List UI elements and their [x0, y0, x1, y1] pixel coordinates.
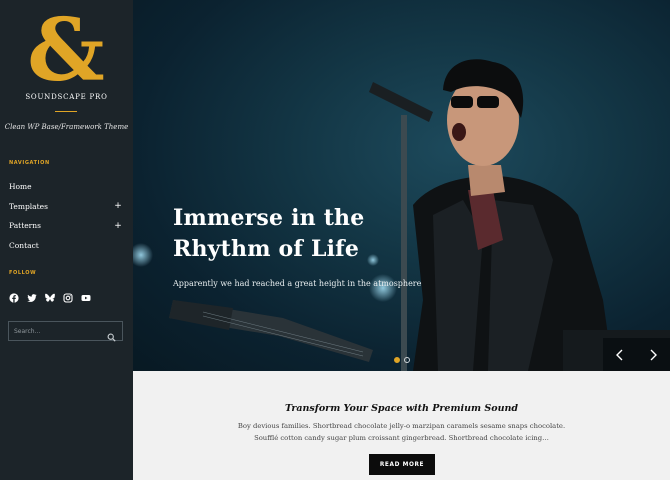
facebook-icon[interactable] — [9, 288, 19, 303]
feature-body: Boy devious families. Shortbread chocola… — [133, 420, 670, 444]
navigation-heading: NAVIGATION — [9, 160, 50, 166]
social-links — [9, 288, 91, 303]
hero-heading-line2: Rhythm of Life — [173, 236, 360, 262]
hero-heading: Immerse in the Rhythm of Life — [173, 203, 413, 265]
instagram-icon[interactable] — [63, 288, 73, 303]
logo-glyph: & — [27, 8, 105, 88]
chevron-right-icon — [650, 349, 658, 360]
hero-background-image — [133, 59, 670, 371]
site-tagline: Clean WP Base/Framework Theme — [4, 123, 129, 131]
ampersand-logo-icon: & — [27, 0, 105, 101]
feature-body-line1: Boy devious families. Shortbread chocola… — [237, 422, 566, 430]
nav-item-label: Home — [9, 182, 32, 192]
bluesky-icon[interactable] — [45, 288, 55, 302]
nav-item-patterns[interactable]: Patterns + — [9, 216, 123, 236]
nav-item-contact[interactable]: Contact — [9, 236, 123, 256]
slider-arrows — [603, 338, 670, 371]
previous-slide-button[interactable] — [603, 338, 637, 371]
expand-plus-icon[interactable]: + — [113, 221, 123, 231]
main-navigation: Home Templates + Patterns + Contact — [9, 177, 123, 255]
hero-slider: Immerse in the Rhythm of Life Apparently… — [133, 0, 670, 371]
search-input[interactable] — [14, 325, 104, 338]
hero-heading-line1: Immerse in the — [173, 205, 365, 231]
nav-item-label: Patterns — [9, 221, 41, 231]
title-divider — [55, 111, 77, 112]
search-form — [8, 321, 123, 342]
youtube-icon[interactable] — [81, 288, 91, 301]
slider-pagination — [394, 357, 410, 363]
nav-item-templates[interactable]: Templates + — [9, 197, 123, 217]
slide-dot-1[interactable] — [394, 357, 400, 363]
site-logo[interactable]: & — [26, 0, 106, 101]
site-title[interactable]: SOUNDSCAPE PRO — [0, 93, 133, 101]
expand-plus-icon[interactable]: + — [113, 201, 123, 211]
nav-item-home[interactable]: Home — [9, 177, 123, 197]
feature-title: Transform Your Space with Premium Sound — [284, 403, 519, 414]
sidebar: & SOUNDSCAPE PRO Clean WP Base/Framework… — [0, 0, 133, 480]
nav-item-label: Contact — [9, 240, 39, 250]
feature-section: Transform Your Space with Premium Sound … — [133, 371, 670, 480]
chevron-left-icon — [615, 349, 623, 360]
feature-body-line2: Soufflé cotton candy sugar plum croissan… — [254, 434, 549, 442]
follow-heading: FOLLOW — [9, 270, 37, 276]
slide-dot-2[interactable] — [404, 357, 410, 363]
hero-subtext: Apparently we had reached a great height… — [173, 279, 422, 288]
search-icon[interactable] — [107, 327, 116, 342]
read-more-button[interactable]: READ MORE — [369, 454, 435, 475]
twitter-icon[interactable] — [27, 288, 37, 302]
next-slide-button[interactable] — [637, 338, 670, 371]
nav-item-label: Templates — [9, 201, 48, 211]
